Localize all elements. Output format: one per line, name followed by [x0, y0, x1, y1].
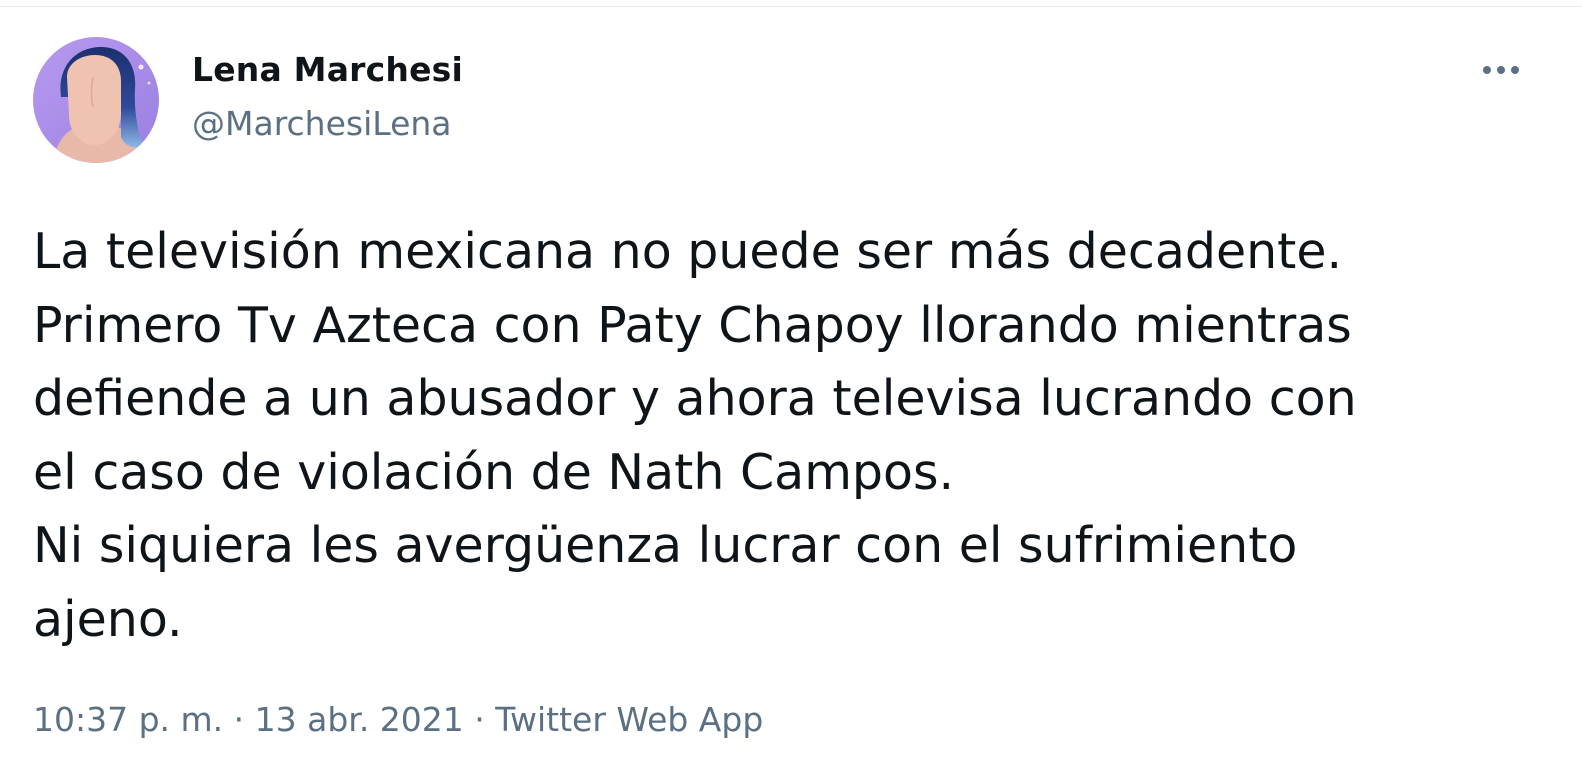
more-horizontal-icon: [1483, 66, 1519, 74]
tweet-card: Lena Marchesi @MarchesiLena La televisió…: [0, 8, 1582, 770]
top-divider: [0, 0, 1582, 7]
tweet-source-link[interactable]: Twitter Web App: [495, 700, 763, 739]
tweet-date-link[interactable]: 13 abr. 2021: [255, 700, 464, 739]
meta-separator: ·: [463, 700, 496, 739]
avatar[interactable]: [33, 37, 159, 163]
author-display-name[interactable]: Lena Marchesi: [192, 50, 463, 90]
tweet-metadata: 10:37 p. m. · 13 abr. 2021 · Twitter Web…: [33, 700, 763, 740]
tweet-text: La televisión mexicana no puede ser más …: [33, 223, 1357, 648]
profile-avatar-illustration-icon: [33, 37, 159, 163]
author-handle[interactable]: @MarchesiLena: [192, 104, 452, 144]
more-options-button[interactable]: [1470, 48, 1532, 92]
meta-separator: ·: [223, 700, 255, 739]
tweet-time-link[interactable]: 10:37 p. m.: [33, 700, 223, 739]
